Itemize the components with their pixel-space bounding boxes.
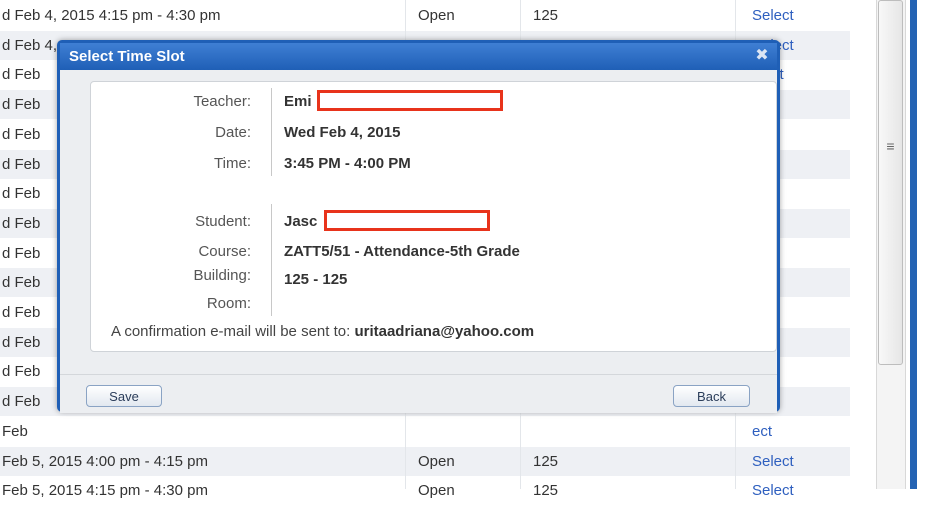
date-value: Wed Feb 4, 2015	[284, 124, 401, 141]
dialog-title: Select Time Slot	[69, 48, 185, 65]
close-icon[interactable]: ✖	[753, 47, 771, 65]
field-separator	[271, 88, 272, 176]
confirmation-message: A confirmation e-mail will be sent to: u…	[111, 323, 534, 340]
date-label: Date:	[215, 124, 251, 141]
row-room-cell: 125	[533, 482, 559, 500]
table-row: Feb ect	[0, 416, 850, 446]
redaction-box	[324, 210, 490, 231]
row-status-cell: Open	[418, 452, 455, 470]
table-row: Feb 5, 2015 4:15 pm - 4:30 pm Open 125 Sele…	[0, 476, 850, 505]
redaction-box	[317, 90, 503, 111]
building-value: 125 - 125	[284, 271, 348, 288]
dialog-content: Teacher: Emi Date: Wed Feb 4, 2015 Time:…	[90, 81, 777, 352]
scrollbar-thumb[interactable]: ≡	[878, 0, 903, 365]
row-date-cell: Feb	[2, 422, 28, 440]
row-room-cell: 125	[533, 7, 559, 24]
confirmation-text: A confirmation e-mail will be sent to:	[111, 323, 351, 340]
page-border	[910, 0, 917, 489]
select-link[interactable]: Select	[752, 1, 842, 30]
course-label: Course:	[198, 243, 251, 260]
back-button[interactable]: Back	[673, 385, 750, 407]
select-link[interactable]: ect	[752, 417, 842, 446]
row-room-cell: 125	[533, 452, 559, 470]
time-value: 3:45 PM - 4:00 PM	[284, 155, 411, 172]
save-button[interactable]: Save	[86, 385, 162, 407]
table-row: d Feb 4, 2015 4:15 pm - 4:30 pm Open 125 Se…	[0, 1, 850, 30]
student-value: Jasc	[284, 213, 318, 230]
room-label: Room:	[206, 295, 251, 312]
select-time-slot-dialog: Select Time Slot ✖ Teacher: Emi Date: We…	[57, 40, 780, 413]
row-date-cell: Feb 5, 2015 4:15 pm - 4:30 pm	[2, 482, 208, 500]
confirmation-email: uritaadriana@yahoo.com	[354, 323, 535, 340]
row-status-cell: Open	[418, 7, 455, 24]
select-link[interactable]: Select	[752, 447, 842, 476]
course-value: ZATT5/51 - Attendance-5th Grade	[284, 243, 520, 260]
row-date-cell: Feb 5, 2015 4:00 pm - 4:15 pm	[2, 452, 208, 470]
dialog-footer: Save Back	[60, 374, 777, 413]
student-label: Student:	[195, 213, 251, 230]
building-label: Building:	[193, 267, 251, 284]
teacher-value: Emi	[284, 93, 312, 110]
select-link[interactable]: Select	[752, 476, 842, 505]
time-label: Time:	[214, 155, 251, 172]
row-status-cell: Open	[418, 482, 455, 500]
field-separator	[271, 204, 272, 316]
table-row: Feb 5, 2015 4:00 pm - 4:15 pm Open 125 Sele…	[0, 446, 850, 476]
row-date-cell: d Feb 4, 2015 4:15 pm - 4:30 pm	[2, 7, 221, 24]
teacher-label: Teacher:	[193, 93, 251, 110]
dialog-titlebar[interactable]: Select Time Slot ✖	[60, 43, 777, 70]
grip-icon: ≡	[886, 138, 895, 154]
